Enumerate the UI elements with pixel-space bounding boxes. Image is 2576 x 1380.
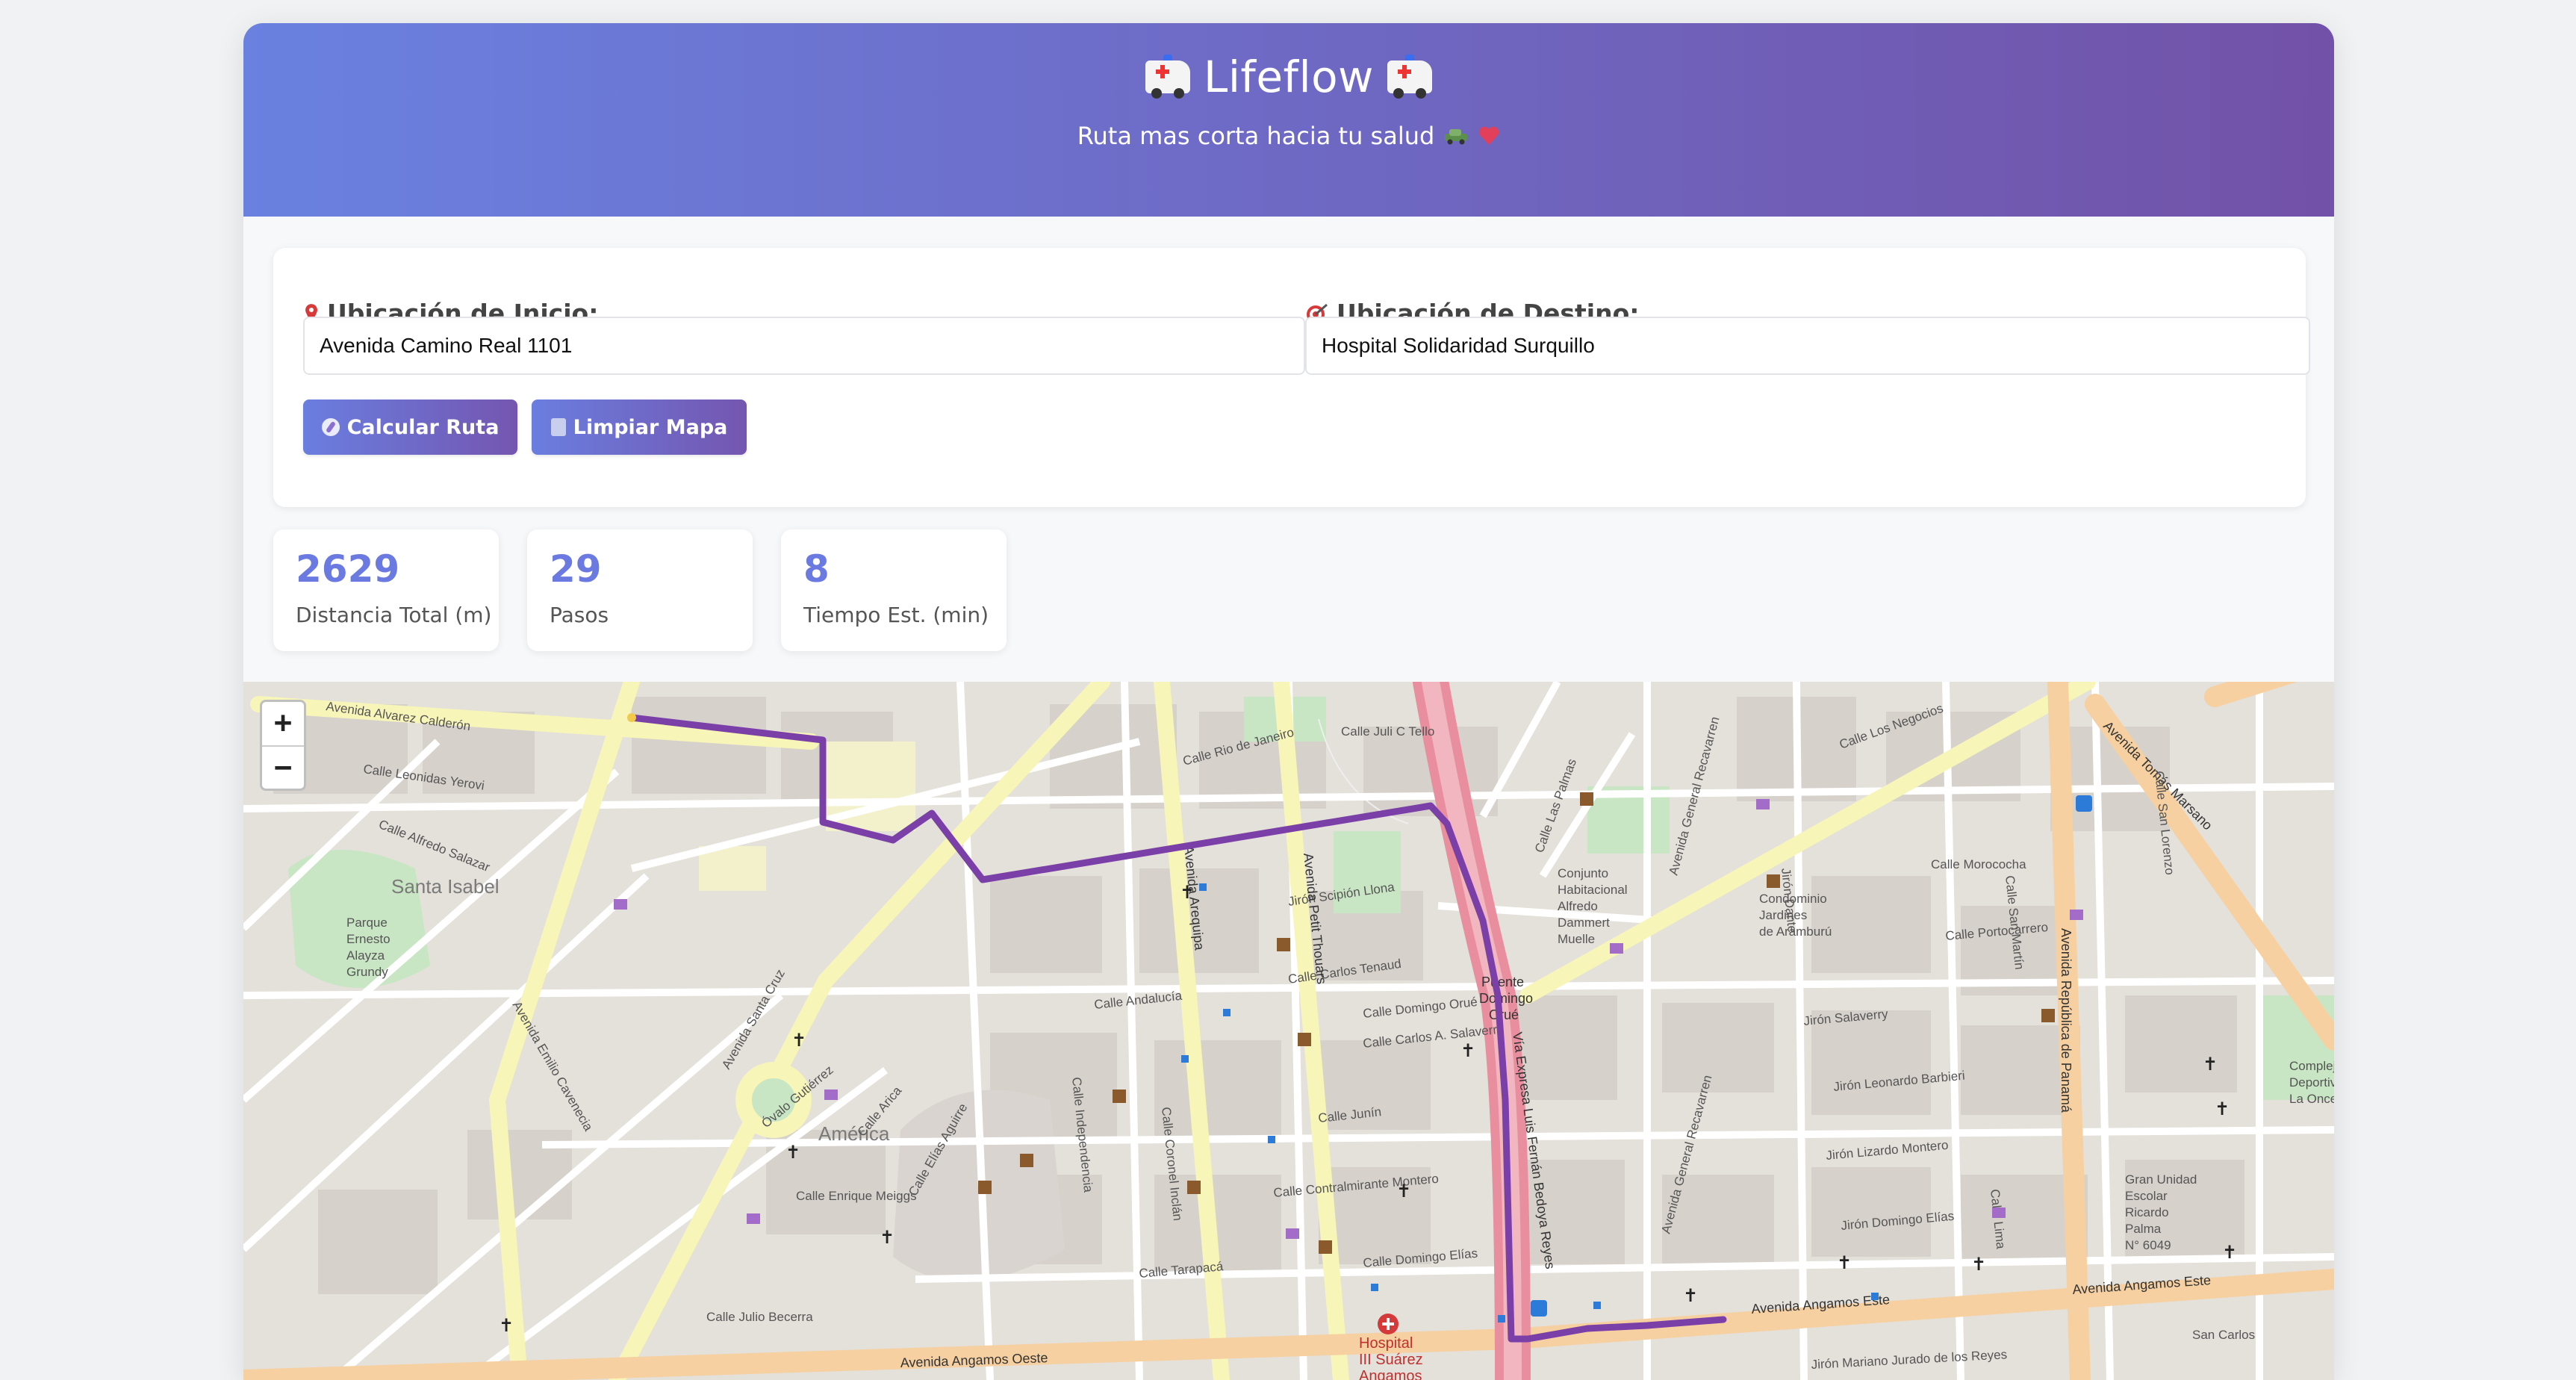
svg-text:Calle Morococha: Calle Morococha	[1931, 857, 2026, 871]
svg-text:✝: ✝	[791, 1030, 806, 1051]
svg-text:Habitacional: Habitacional	[1558, 883, 1628, 897]
svg-text:Dammert: Dammert	[1558, 916, 1610, 930]
app-subtitle: Ruta mas corta hacia tu salud	[243, 122, 2334, 150]
stat-steps-value: 29	[550, 547, 602, 591]
svg-text:Orué: Orué	[1489, 1007, 1519, 1022]
stat-distance-value: 2629	[296, 547, 400, 591]
svg-text:Palma: Palma	[2125, 1222, 2162, 1236]
svg-text:Complejo: Complejo	[2289, 1059, 2334, 1073]
svg-text:✝: ✝	[1837, 1252, 1852, 1273]
svg-text:✝: ✝	[785, 1142, 800, 1163]
svg-text:✝: ✝	[1683, 1285, 1698, 1306]
svg-text:✝: ✝	[880, 1227, 895, 1248]
route-map[interactable]: Santa Isabel América Parque Ernesto Alay…	[243, 682, 2334, 1380]
svg-text:Calle Juli C Tello: Calle Juli C Tello	[1341, 724, 1434, 739]
svg-text:Calle Enrique Meiggs: Calle Enrique Meiggs	[796, 1189, 917, 1203]
app-container: Lifeflow Ruta mas corta hacia tu salud U…	[243, 23, 2334, 1380]
stat-steps: 29 Pasos	[527, 529, 753, 651]
svg-text:✝: ✝	[1396, 1181, 1411, 1202]
stat-distance-label: Distancia Total (m)	[296, 603, 492, 627]
svg-text:✝: ✝	[1180, 882, 1195, 903]
start-location-input[interactable]	[303, 317, 1305, 375]
svg-text:Ricardo: Ricardo	[2125, 1205, 2169, 1219]
svg-text:Gran Unidad: Gran Unidad	[2125, 1172, 2197, 1187]
svg-text:✝: ✝	[2215, 1098, 2230, 1119]
svg-text:✝: ✝	[1460, 1040, 1475, 1061]
svg-text:La Once: La Once	[2289, 1092, 2334, 1106]
svg-text:Hospital: Hospital	[1359, 1335, 1413, 1352]
stat-steps-label: Pasos	[550, 603, 609, 627]
svg-text:✝: ✝	[499, 1315, 514, 1336]
heart-icon	[1479, 126, 1499, 145]
svg-text:✝: ✝	[1971, 1254, 1986, 1275]
app-title-text: Lifeflow	[1204, 52, 1374, 102]
stat-distance: 2629 Distancia Total (m)	[273, 529, 499, 651]
svg-text:Grundy: Grundy	[346, 965, 388, 979]
svg-text:Avenida República de Panamá: Avenida República de Panamá	[2059, 928, 2073, 1113]
stat-time-label: Tiempo Est. (min)	[803, 603, 989, 627]
app-subtitle-text: Ruta mas corta hacia tu salud	[1077, 122, 1435, 150]
svg-text:Escolar: Escolar	[2125, 1189, 2168, 1203]
svg-text:Calle Julio Becerra: Calle Julio Becerra	[706, 1310, 813, 1324]
svg-text:San Carlos: San Carlos	[2192, 1328, 2255, 1342]
svg-text:Parque: Parque	[346, 916, 388, 930]
svg-text:Muelle: Muelle	[1558, 932, 1595, 946]
ambulance-icon	[1145, 55, 1190, 99]
compass-icon	[321, 418, 340, 436]
svg-text:Alayza: Alayza	[346, 948, 385, 963]
svg-text:Angamos: Angamos	[1359, 1368, 1422, 1380]
clear-map-button[interactable]: Limpiar Mapa	[532, 400, 747, 455]
svg-text:Deportivo: Deportivo	[2289, 1075, 2334, 1090]
ambulance-icon	[1387, 55, 1432, 99]
zoom-out-button[interactable]: −	[262, 745, 304, 789]
app-title: Lifeflow	[243, 23, 2334, 102]
svg-text:Puente: Puente	[1481, 975, 1524, 989]
svg-text:III Suárez: III Suárez	[1359, 1352, 1423, 1368]
svg-text:N° 6049: N° 6049	[2125, 1238, 2171, 1252]
trash-icon	[550, 418, 566, 436]
svg-text:América: América	[818, 1122, 890, 1145]
calculate-route-button[interactable]: Calcular Ruta	[303, 400, 517, 455]
stat-time: 8 Tiempo Est. (min)	[781, 529, 1007, 651]
route-form: Ubicación de Inicio: Ubicación de Destin…	[273, 248, 2310, 507]
svg-text:Domingo: Domingo	[1479, 991, 1533, 1006]
svg-text:✝: ✝	[2203, 1054, 2218, 1075]
svg-text:Santa Isabel: Santa Isabel	[391, 875, 500, 898]
app-header: Lifeflow Ruta mas corta hacia tu salud	[243, 23, 2334, 217]
svg-text:Conjunto: Conjunto	[1558, 866, 1608, 880]
svg-text:✝: ✝	[2222, 1242, 2237, 1263]
svg-text:Ernesto: Ernesto	[346, 932, 391, 946]
svg-text:Alfredo: Alfredo	[1558, 899, 1598, 913]
zoom-in-button[interactable]: +	[262, 702, 304, 745]
zoom-control: + −	[260, 700, 306, 791]
stat-time-value: 8	[803, 547, 830, 591]
car-icon	[1445, 129, 1468, 145]
destination-location-input[interactable]	[1305, 317, 2310, 375]
map-canvas[interactable]: Santa Isabel América Parque Ernesto Alay…	[243, 682, 2334, 1380]
